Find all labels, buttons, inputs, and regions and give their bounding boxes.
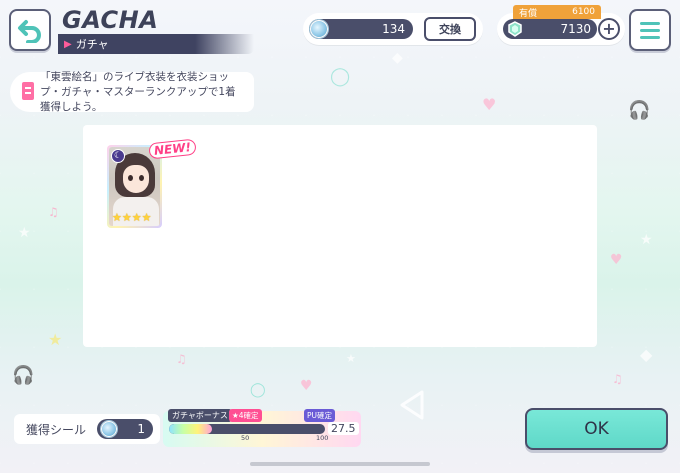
bonus-tick-50: 50: [241, 434, 250, 442]
crystal-coin-icon: [310, 20, 328, 38]
page-subtitle-bar: ▶ ガチャ: [58, 34, 254, 54]
bonus-tick-100: 100: [316, 434, 329, 442]
mission-banner[interactable]: 「東雲絵名」のライブ衣装を衣装ショップ・ガチャ・マスターランクアップで1着獲得し…: [10, 70, 254, 113]
sticker-count-bar: 1: [97, 419, 153, 439]
exchange-button[interactable]: 交換: [424, 17, 476, 41]
page-title: GACHA: [62, 6, 159, 34]
pickup-guarantee-tag: PU確定: [304, 409, 336, 422]
paid-amount: 6100: [572, 7, 595, 17]
menu-button[interactable]: [629, 9, 671, 51]
crystal-amount: 134: [382, 22, 405, 36]
paid-gem-label: 有償 6100: [513, 5, 601, 19]
character-eye: [128, 175, 133, 181]
page-header: GACHA ▶ ガチャ: [58, 6, 258, 54]
obtained-sticker-display: 獲得シール 1: [14, 414, 160, 444]
mission-list-icon: [22, 82, 34, 100]
back-button[interactable]: [9, 9, 51, 51]
back-arrow-icon: [18, 20, 41, 43]
character-face: [123, 165, 149, 193]
gacha-result-panel: ☾ ★★★★ NEW!: [83, 125, 597, 347]
menu-line: [640, 21, 660, 25]
character-eye: [139, 175, 144, 181]
ok-button[interactable]: OK: [525, 408, 668, 450]
sticker-icon: [101, 421, 117, 437]
bonus-progress-fill: [169, 424, 212, 434]
triangle-deco-icon: [400, 390, 424, 420]
bonus-value: 27.5: [328, 422, 359, 435]
sticker-count: 1: [137, 422, 145, 436]
gem-amount: 7130: [560, 22, 591, 36]
paid-label-text: 有償: [519, 8, 538, 19]
mission-text: 「東雲絵名」のライブ衣装を衣装ショップ・ガチャ・マスターランクアップで1着獲得し…: [40, 70, 236, 113]
crystal-currency-display: 134 交換: [303, 13, 483, 45]
moon-icon: ☾: [111, 149, 125, 163]
four-star-guarantee-tag: ★4確定: [229, 409, 262, 422]
rarity-stars: ★★★★: [112, 211, 152, 224]
sticker-label: 獲得シール: [26, 422, 87, 437]
gacha-bonus-meter: ガチャボーナス ★4確定 PU確定 50 100 27.5: [163, 409, 361, 447]
card-artwork: ☾ ★★★★: [109, 147, 160, 226]
menu-line: [640, 35, 660, 39]
menu-line: [640, 28, 660, 32]
page-subtitle: ガチャ: [75, 38, 109, 51]
bonus-progress-track: [169, 424, 325, 434]
home-indicator[interactable]: [250, 462, 430, 466]
add-gems-button[interactable]: +: [598, 18, 620, 40]
new-badge: NEW!: [148, 138, 197, 160]
bonus-title: ガチャボーナス: [168, 409, 232, 422]
gem-icon: [508, 21, 522, 37]
play-triangle-icon: ▶: [64, 38, 72, 50]
